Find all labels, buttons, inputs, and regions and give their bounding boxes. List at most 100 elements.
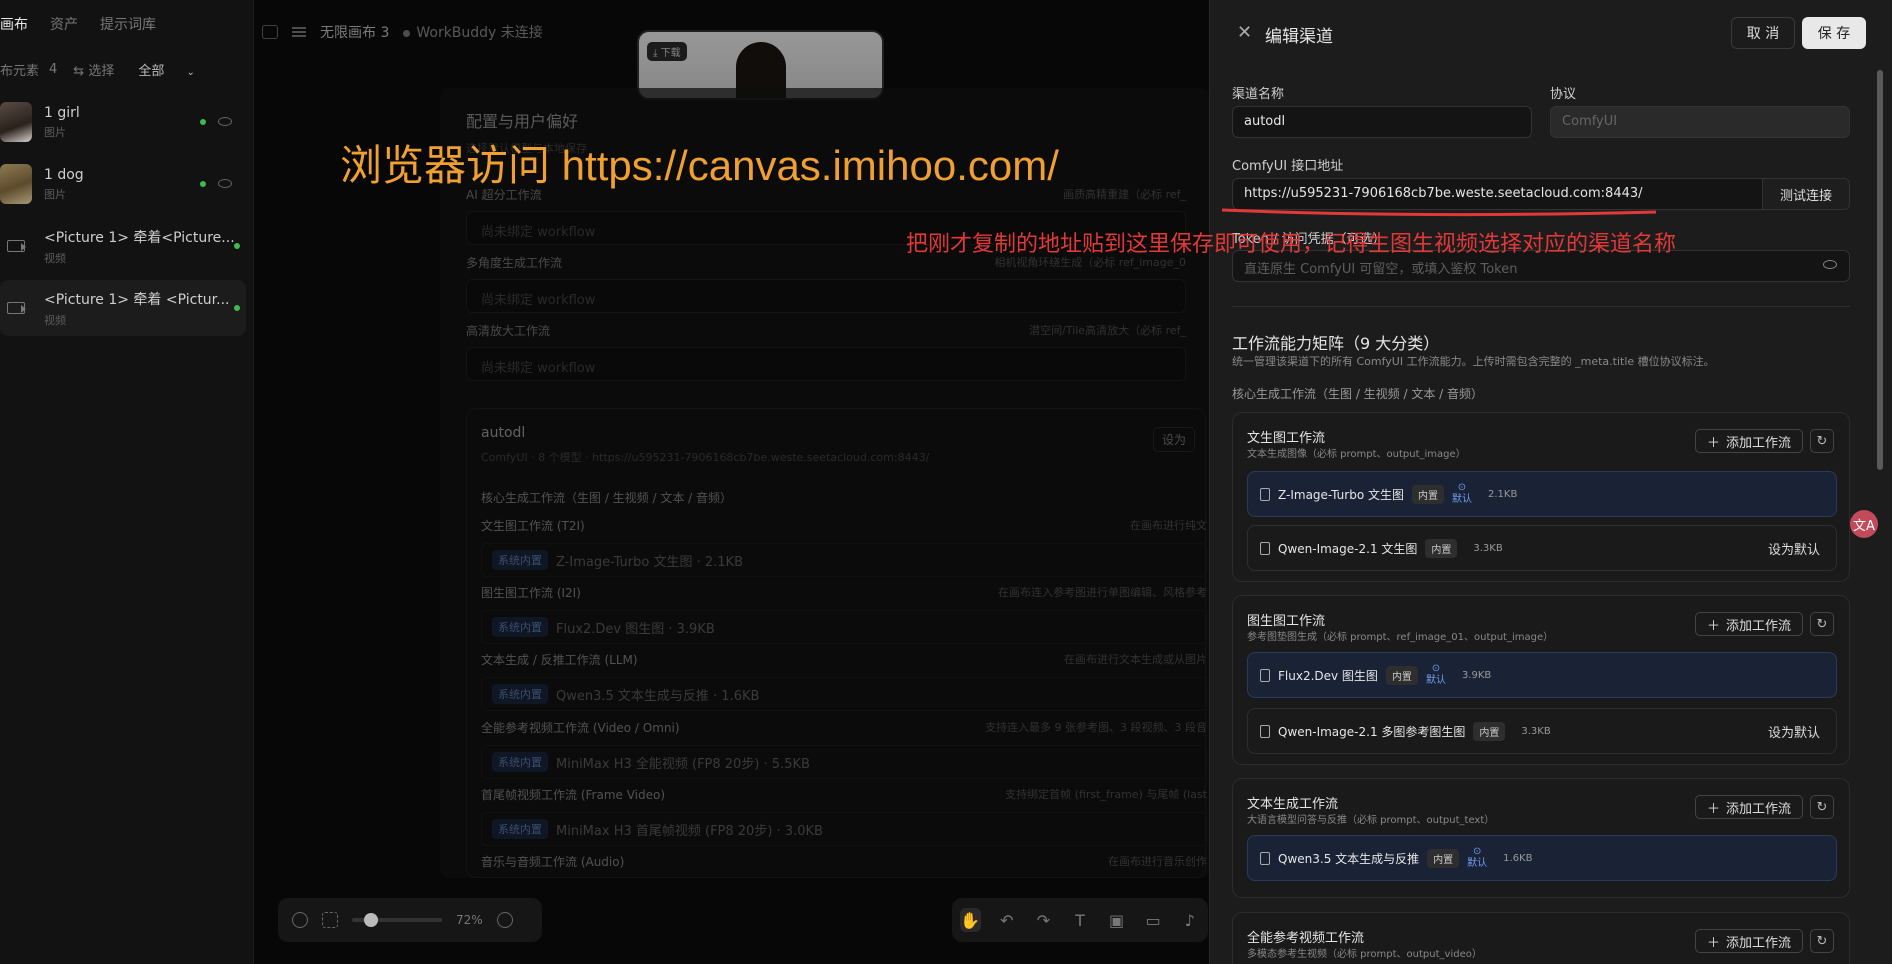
channel-name-label: 渠道名称 [1232, 87, 1285, 102]
asset-item[interactable]: 1 girl 图片 [0, 94, 246, 150]
zoom-slider-handle[interactable] [364, 913, 378, 927]
file-icon [1260, 487, 1270, 501]
channel-name-input[interactable]: autodl [1232, 106, 1532, 138]
fit-screen-icon[interactable] [322, 912, 338, 928]
workflow-card-title: 图生图工作流 [1247, 614, 1326, 629]
workflow-card-title: 文本生成工作流 [1247, 797, 1339, 812]
eye-icon[interactable] [218, 117, 232, 126]
default-label: 默认 [1467, 858, 1488, 869]
tab-prompt-library[interactable]: 提示词库 [100, 14, 156, 34]
workflow-item[interactable]: Qwen-Image-2.1 文生图 内置 3.3KB 设为默认 [1247, 525, 1837, 571]
status-dot [234, 305, 240, 311]
default-label: 默认 [1425, 675, 1446, 686]
asset-type: 视频 [44, 251, 66, 265]
refresh-button[interactable]: ↻ [1810, 612, 1834, 636]
select-label: 选择 [88, 64, 115, 79]
add-workflow-label: 添加工作流 [1726, 801, 1792, 817]
file-icon [1260, 541, 1270, 555]
translate-icon[interactable]: 文A [1850, 510, 1878, 538]
matrix-title: 工作流能力矩阵（9 大分类） [1232, 334, 1440, 353]
tab-assets[interactable]: 资产 [50, 14, 78, 34]
workflow-name: Z-Image-Turbo 文生图 [1278, 487, 1404, 502]
default-badge: ⊙ 默认 [1467, 846, 1487, 870]
plus-icon: ＋ [1706, 935, 1720, 951]
workflow-item[interactable]: Qwen-Image-2.1 多图参考图生图 内置 3.3KB 设为默认 [1247, 708, 1837, 754]
undo-icon[interactable]: ↶ [997, 908, 1018, 932]
workflow-item[interactable]: Z-Image-Turbo 文生图 内置 ⊙ 默认 2.1KB [1247, 471, 1837, 517]
asset-sidebar: 画布 资产 提示词库 布元素 4 ⇆ 选择 全部 ⌄ 1 girl 图片 1 do… [0, 0, 254, 964]
set-default-button[interactable]: 设为默认 [1768, 539, 1820, 558]
asset-item[interactable]: <Picture 1> 牵着<Picture... 视频 [0, 218, 246, 274]
builtin-tag: 内置 [1425, 538, 1458, 558]
refresh-icon: ↻ [1816, 799, 1828, 815]
default-badge: ⊙ 默认 [1452, 482, 1472, 506]
add-workflow-label: 添加工作流 [1726, 935, 1792, 951]
divider [1232, 306, 1850, 307]
audio-tool-icon[interactable]: ♪ [1179, 908, 1200, 932]
workflow-name: Flux2.Dev 图生图 [1278, 668, 1378, 683]
set-default-button[interactable]: 设为默认 [1768, 722, 1820, 741]
asset-type: 图片 [44, 187, 66, 201]
chevron-down-icon: ⌄ [186, 67, 195, 78]
add-workflow-button[interactable]: ＋ 添加工作流 [1695, 612, 1803, 636]
file-size: 3.9KB [1461, 669, 1492, 681]
protocol-label: 协议 [1550, 87, 1577, 102]
test-connection-button[interactable]: 测试连接 [1762, 178, 1850, 210]
help-icon[interactable] [496, 912, 513, 928]
underline-annotation [1221, 208, 1657, 217]
close-icon[interactable]: ✕ [1237, 23, 1252, 43]
asset-thumbnail [0, 226, 32, 266]
tab-canvas[interactable]: 画布 [0, 14, 28, 34]
file-icon [1260, 668, 1270, 682]
video-tool-icon[interactable]: ▭ [1143, 908, 1164, 932]
refresh-icon: ↻ [1816, 433, 1828, 449]
redo-icon[interactable]: ↷ [1033, 908, 1054, 932]
zoom-bar: 72% [278, 898, 542, 942]
workflow-card-subtitle: 文本生成图像（必标 prompt、output_image） [1247, 449, 1466, 460]
asset-item[interactable]: 1 dog 图片 [0, 156, 246, 212]
canvas-toolbar: ✋ ↶ ↷ T ▣ ▭ ♪ [952, 898, 1208, 942]
workflow-card-title: 文生图工作流 [1247, 431, 1326, 446]
save-button[interactable]: 保 存 [1802, 17, 1866, 49]
file-size: 3.3KB [1473, 542, 1503, 554]
refresh-icon: ↻ [1816, 616, 1828, 632]
cancel-button[interactable]: 取 消 [1731, 17, 1795, 49]
image-tool-icon[interactable]: ▣ [1106, 908, 1127, 932]
video-icon [7, 240, 26, 252]
zoom-slider[interactable] [352, 913, 442, 927]
file-icon [1260, 724, 1270, 738]
filter-dropdown[interactable]: 全部 ⌄ [138, 60, 195, 79]
workflow-card-i2i: 图生图工作流 参考图垫图生成（必标 prompt、ref_image_01、ou… [1232, 595, 1850, 765]
eye-icon[interactable] [218, 179, 232, 188]
refresh-button[interactable]: ↻ [1810, 929, 1834, 953]
add-workflow-button[interactable]: ＋ 添加工作流 [1695, 929, 1803, 953]
workflow-card-subtitle: 大语言模型问答与反推（必标 prompt、output_text） [1247, 815, 1495, 826]
builtin-tag: 内置 [1427, 848, 1460, 868]
default-label: 默认 [1451, 494, 1472, 505]
drawer-title: 编辑渠道 [1265, 27, 1333, 47]
compass-icon[interactable] [292, 912, 308, 928]
workflow-card-title: 全能参考视频工作流 [1247, 931, 1365, 946]
file-size: 3.3KB [1521, 725, 1551, 737]
asset-type: 图片 [44, 125, 66, 139]
builtin-tag: 内置 [1473, 721, 1506, 741]
refresh-button[interactable]: ↻ [1810, 429, 1834, 453]
select-button[interactable]: ⇆ 选择 [73, 60, 114, 79]
workflow-item[interactable]: Flux2.Dev 图生图 内置 ⊙ 默认 3.9KB [1247, 652, 1837, 698]
check-circle-icon: ⊙ [1457, 482, 1467, 493]
add-workflow-button[interactable]: ＋ 添加工作流 [1695, 795, 1803, 819]
scrollbar[interactable] [1877, 70, 1883, 470]
add-workflow-button[interactable]: ＋ 添加工作流 [1695, 429, 1803, 453]
workflow-name: Qwen3.5 文本生成与反推 [1278, 851, 1420, 866]
asset-item[interactable]: <Picture 1> 牵着 <Pictur... 视频 [0, 280, 246, 336]
hand-tool-icon[interactable]: ✋ [960, 908, 981, 932]
eye-off-icon[interactable] [1823, 260, 1837, 269]
asset-thumbnail [0, 164, 32, 204]
paste-annotation: 把刚才复制的地址贴到这里保存即可使用，记得生图生视频选择对应的渠道名称 [906, 232, 1677, 257]
workflow-item[interactable]: Qwen3.5 文本生成与反推 内置 ⊙ 默认 1.6KB [1247, 835, 1837, 881]
text-tool-icon[interactable]: T [1070, 908, 1091, 932]
refresh-button[interactable]: ↻ [1810, 795, 1834, 819]
matrix-subtitle: 统一管理该渠道下的所有 ComfyUI 工作流能力。上传时需包含完整的 _met… [1232, 355, 1715, 368]
asset-name: <Picture 1> 牵着 <Pictur... [44, 291, 230, 308]
asset-name: 1 girl [44, 104, 80, 121]
